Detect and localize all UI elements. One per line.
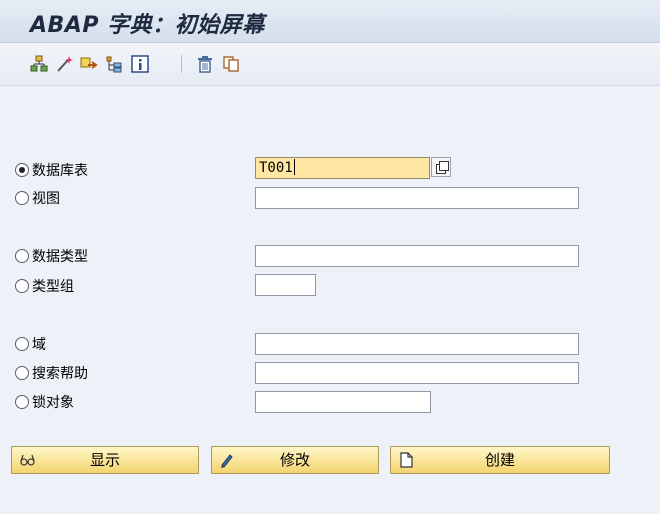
lock-object-input[interactable] xyxy=(255,391,431,413)
label-view: 视图 xyxy=(32,191,60,207)
copy-icon[interactable] xyxy=(222,55,240,73)
create-button[interactable]: 创建 xyxy=(390,446,610,474)
info-icon[interactable] xyxy=(131,55,149,73)
radio-type-group[interactable]: 类型组 xyxy=(15,276,74,298)
radio-icon[interactable] xyxy=(15,366,29,380)
display-button-label: 显示 xyxy=(89,451,120,469)
value-help-icon-back xyxy=(439,161,449,171)
radio-icon[interactable] xyxy=(15,337,29,351)
radio-selected-icon[interactable] xyxy=(15,163,29,177)
radio-view[interactable]: 视图 xyxy=(15,188,60,210)
label-database-table: 数据库表 xyxy=(32,163,88,179)
hierarchy-icon[interactable] xyxy=(30,55,48,73)
radio-lock-object[interactable]: 锁对象 xyxy=(15,392,74,414)
domain-input[interactable] xyxy=(255,333,579,355)
radio-icon[interactable] xyxy=(15,395,29,409)
magic-wand-icon[interactable] xyxy=(55,55,73,73)
radio-icon[interactable] xyxy=(15,279,29,293)
view-input[interactable] xyxy=(255,187,579,209)
label-domain: 域 xyxy=(32,337,46,353)
database-table-input[interactable]: T001 xyxy=(255,157,430,179)
window-title: ABAP 字典：初始屏幕 xyxy=(30,13,265,38)
value-help-button[interactable] xyxy=(431,157,451,177)
create-button-label: 创建 xyxy=(484,451,515,469)
text-caret xyxy=(293,159,295,175)
radio-data-type[interactable]: 数据类型 xyxy=(15,246,88,268)
change-button[interactable]: 修改 xyxy=(211,446,379,474)
label-data-type: 数据类型 xyxy=(32,249,88,265)
label-search-help: 搜索帮助 xyxy=(32,366,88,382)
label-type-group: 类型组 xyxy=(32,279,74,295)
radio-icon[interactable] xyxy=(15,191,29,205)
radio-domain[interactable]: 域 xyxy=(15,334,46,356)
database-table-value: T001 xyxy=(259,160,293,176)
radio-database-table[interactable]: 数据库表 xyxy=(15,160,88,182)
change-button-label: 修改 xyxy=(279,451,310,469)
data-type-input[interactable] xyxy=(255,245,579,267)
radio-search-help[interactable]: 搜索帮助 xyxy=(15,363,88,385)
transport-icon[interactable] xyxy=(80,55,98,73)
label-lock-object: 锁对象 xyxy=(32,395,74,411)
toolbar-separator xyxy=(181,55,182,73)
title-bar: ABAP 字典：初始屏幕 xyxy=(0,0,660,43)
search-help-input[interactable] xyxy=(255,362,579,384)
display-button[interactable]: 显示 xyxy=(11,446,199,474)
where-used-icon[interactable] xyxy=(105,55,123,73)
type-group-input[interactable] xyxy=(255,274,316,296)
application-toolbar xyxy=(0,43,660,86)
delete-icon[interactable] xyxy=(196,55,214,73)
radio-icon[interactable] xyxy=(15,249,29,263)
